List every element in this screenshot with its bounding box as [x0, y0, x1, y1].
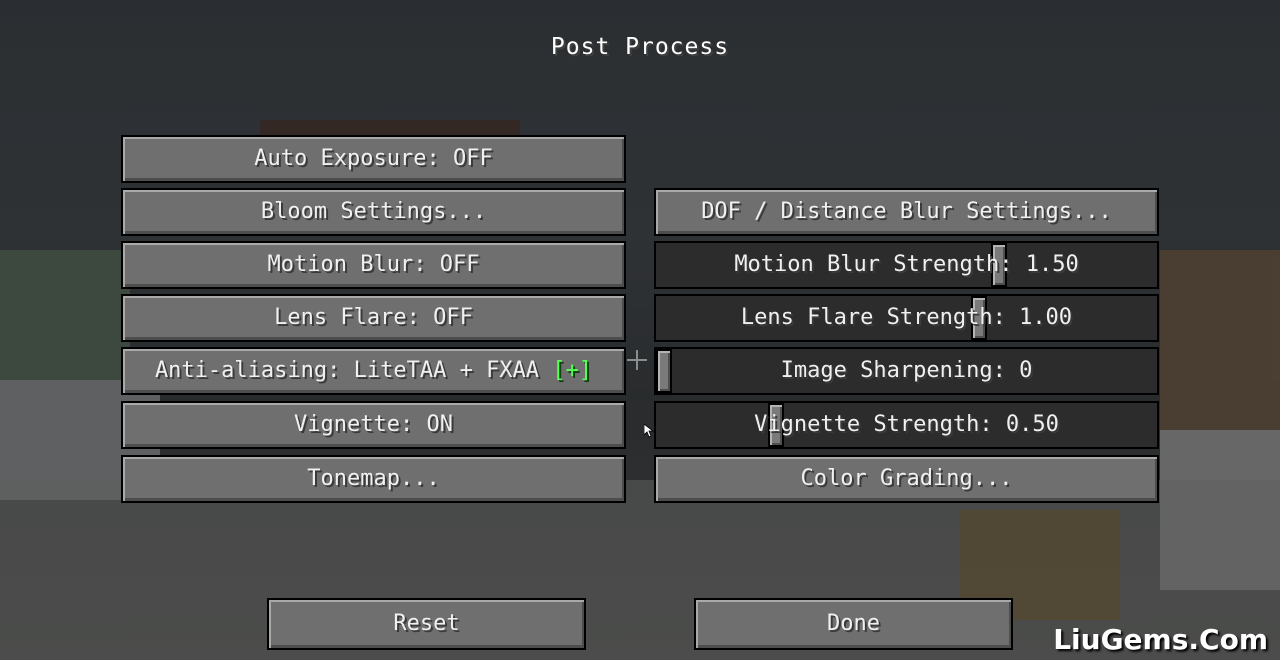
screen-title: Post Process — [550, 34, 730, 60]
color-grading-label: Color Grading... — [800, 466, 1013, 491]
vignette-strength-slider[interactable]: Vignette Strength: 0.50 — [654, 401, 1159, 449]
anti-aliasing-button[interactable]: Anti-aliasing: LiteTAA + FXAA [+] — [121, 347, 626, 395]
lens-flare-button[interactable]: Lens Flare: OFF — [121, 294, 626, 342]
anti-aliasing-label: Anti-aliasing: LiteTAA + FXAA — [154, 358, 553, 383]
reset-button[interactable]: Reset — [267, 598, 586, 650]
vignette-button[interactable]: Vignette: ON — [121, 401, 626, 449]
watermark: LiuGems.Com — [1053, 623, 1268, 656]
dof-distance-blur-label: DOF / Distance Blur Settings... — [701, 199, 1112, 224]
lens-flare-strength-slider[interactable]: Lens Flare Strength: 1.00 — [654, 294, 1159, 342]
done-label: Done — [827, 611, 880, 636]
crosshair-icon — [627, 350, 647, 370]
vignette-strength-label: Vignette Strength: 0.50 — [754, 412, 1059, 437]
done-button[interactable]: Done — [694, 598, 1013, 650]
dof-distance-blur-button[interactable]: DOF / Distance Blur Settings... — [654, 188, 1159, 236]
image-sharpening-label: Image Sharpening: 0 — [780, 358, 1033, 383]
motion-blur-button[interactable]: Motion Blur: OFF — [121, 241, 626, 289]
color-grading-button[interactable]: Color Grading... — [654, 455, 1159, 503]
reset-label: Reset — [393, 611, 460, 636]
mouse-cursor-icon — [644, 424, 654, 438]
tonemap-button[interactable]: Tonemap... — [121, 455, 626, 503]
bloom-settings-label: Bloom Settings... — [260, 199, 487, 224]
image-sharpening-slider[interactable]: Image Sharpening: 0 — [654, 347, 1159, 395]
auto-exposure-button[interactable]: Auto Exposure: OFF — [121, 135, 626, 183]
lens-flare-label: Lens Flare: OFF — [274, 305, 473, 330]
motion-blur-strength-label: Motion Blur Strength: 1.50 — [734, 252, 1079, 277]
motion-blur-strength-slider[interactable]: Motion Blur Strength: 1.50 — [654, 241, 1159, 289]
vignette-label: Vignette: ON — [294, 412, 453, 437]
tonemap-label: Tonemap... — [307, 466, 440, 491]
lens-flare-strength-label: Lens Flare Strength: 1.00 — [740, 305, 1073, 330]
auto-exposure-label: Auto Exposure: OFF — [254, 146, 493, 171]
image-sharpening-handle[interactable] — [656, 349, 672, 393]
motion-blur-label: Motion Blur: OFF — [267, 252, 480, 277]
anti-aliasing-plus-indicator: [+] — [552, 358, 593, 383]
bloom-settings-button[interactable]: Bloom Settings... — [121, 188, 626, 236]
